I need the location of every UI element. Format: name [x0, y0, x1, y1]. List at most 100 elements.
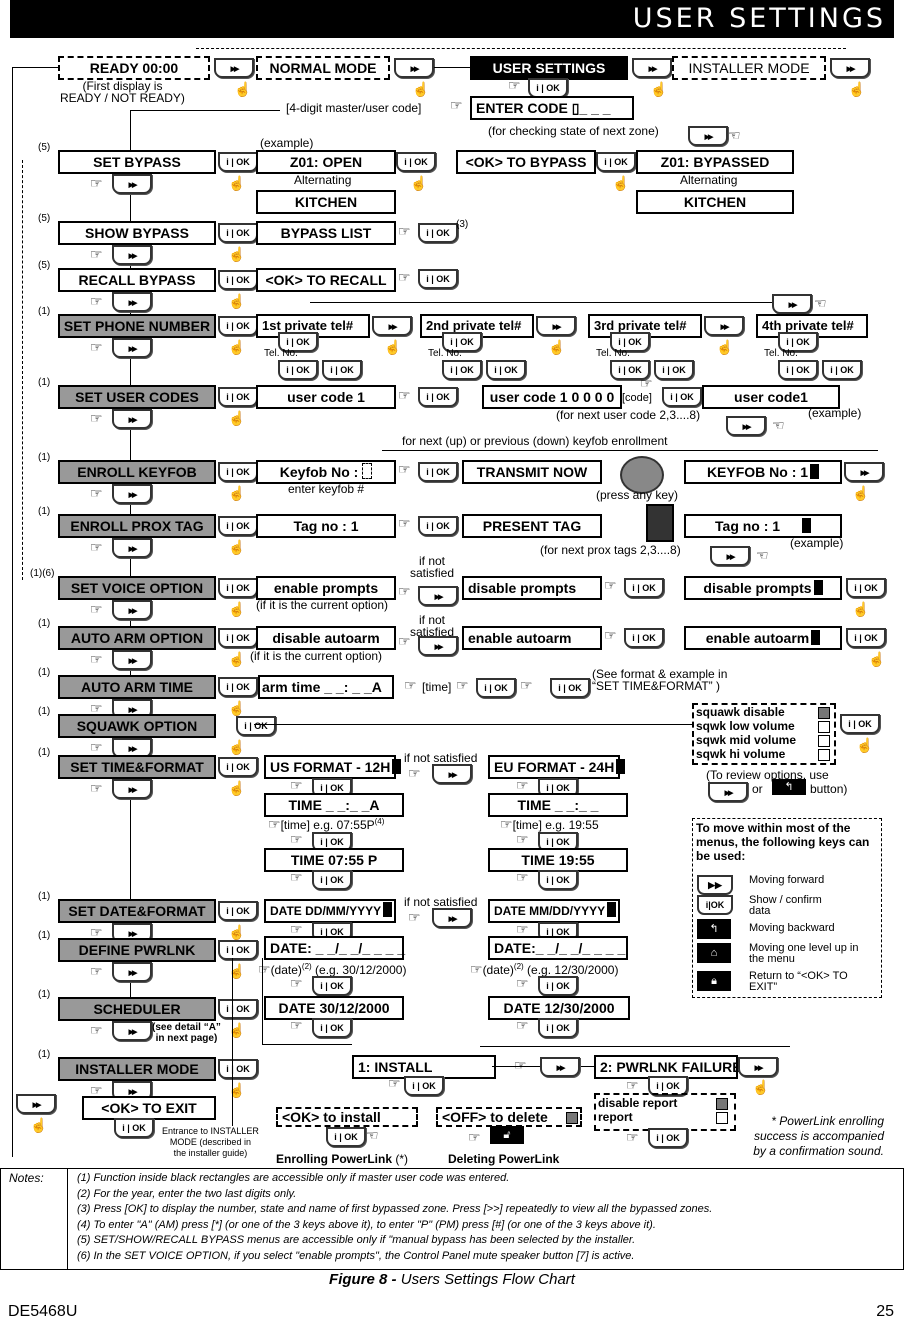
menu-item-enroll-prox-tag[interactable]: ENROLL PROX TAG	[58, 514, 216, 538]
menu-item-show-bypass[interactable]: SHOW BYPASS	[58, 221, 216, 245]
forward-button[interactable]	[418, 586, 458, 606]
ok-button[interactable]	[846, 628, 886, 648]
eu-time-field[interactable]: TIME _ _:_ _	[488, 793, 628, 817]
ok-button[interactable]	[654, 360, 694, 380]
ok-button[interactable]	[322, 360, 362, 380]
menu-item-auto-arm-option[interactable]: AUTO ARM OPTION	[58, 626, 216, 650]
forward-button[interactable]	[112, 484, 152, 504]
ok-button[interactable]	[418, 269, 458, 289]
forward-button[interactable]	[830, 58, 870, 78]
ok-button[interactable]	[822, 360, 862, 380]
ok-button[interactable]	[218, 901, 258, 921]
menu-item-installer-mode[interactable]: INSTALLER MODE	[58, 1057, 216, 1081]
forward-button[interactable]	[844, 462, 884, 482]
ok-button[interactable]	[278, 360, 318, 380]
checkbox-selected[interactable]	[716, 1098, 728, 1110]
forward-button[interactable]	[214, 58, 254, 78]
forward-button[interactable]	[726, 416, 766, 436]
ok-button[interactable]	[396, 152, 436, 172]
ok-button[interactable]	[418, 223, 458, 243]
menu-item-recall-bypass[interactable]: RECALL BYPASS	[58, 268, 216, 292]
ok-button[interactable]	[596, 152, 636, 172]
arm-time-field[interactable]: arm time _ _: _ _A	[258, 675, 394, 699]
keyfob-digit-input[interactable]	[362, 463, 373, 479]
us-time-field[interactable]: TIME _ _:_ _A	[264, 793, 404, 817]
forward-button[interactable]	[772, 294, 812, 314]
checkbox-unselected[interactable]	[716, 1112, 728, 1124]
ok-button[interactable]	[840, 714, 880, 734]
checkbox-unselected[interactable]	[818, 721, 830, 733]
menu-item-enroll-keyfob[interactable]: ENROLL KEYFOB	[58, 460, 216, 484]
ok-button[interactable]	[218, 316, 258, 336]
menu-item-set-date-format[interactable]: SET DATE&FORMAT	[58, 899, 216, 923]
ok-button[interactable]	[442, 360, 482, 380]
checkbox-selected[interactable]	[818, 707, 830, 719]
forward-button[interactable]	[112, 245, 152, 265]
forward-button[interactable]	[112, 779, 152, 799]
ok-button[interactable]	[218, 152, 258, 172]
forward-button[interactable]	[394, 58, 434, 78]
ok-button[interactable]	[648, 1128, 688, 1148]
ok-button[interactable]	[418, 516, 458, 536]
ok-button[interactable]	[218, 387, 258, 407]
squawk-option[interactable]: sqwk mid volume	[696, 733, 796, 747]
forward-button[interactable]	[710, 546, 750, 566]
forward-button[interactable]	[112, 409, 152, 429]
ok-button[interactable]	[418, 387, 458, 407]
forward-button[interactable]	[112, 600, 152, 620]
ok-button[interactable]	[218, 1059, 258, 1079]
squawk-option[interactable]: sqwk low volume	[696, 719, 795, 733]
menu-item-auto-arm-time[interactable]: AUTO ARM TIME	[58, 675, 216, 699]
ok-button[interactable]	[326, 1127, 366, 1147]
forward-button[interactable]	[16, 1094, 56, 1114]
ok-button[interactable]	[218, 462, 258, 482]
ok-button[interactable]	[236, 716, 276, 736]
forward-button[interactable]	[704, 316, 744, 336]
ok-button[interactable]	[404, 1076, 444, 1096]
ok-button[interactable]	[550, 678, 590, 698]
forward-button[interactable]	[432, 764, 472, 784]
ok-button[interactable]	[846, 578, 886, 598]
menu-item-set-user-codes[interactable]: SET USER CODES	[58, 385, 216, 409]
forward-button[interactable]	[632, 58, 672, 78]
ok-button[interactable]	[218, 223, 258, 243]
ok-button[interactable]	[312, 870, 352, 890]
menu-item-squawk-option[interactable]: SQUAWK OPTION	[58, 714, 216, 738]
ok-button[interactable]	[528, 78, 568, 98]
ok-button[interactable]	[624, 578, 664, 598]
ok-button[interactable]	[538, 1018, 578, 1038]
ok-button[interactable]	[218, 270, 258, 290]
checkbox-unselected[interactable]	[818, 749, 830, 761]
dmy-date-field[interactable]: DATE: _ _/_ _/_ _ _ _	[264, 936, 405, 960]
menu-item-set-time-format[interactable]: SET TIME&FORMAT	[58, 755, 216, 779]
ok-button[interactable]	[218, 578, 258, 598]
ok-button[interactable]	[486, 360, 526, 380]
ok-button[interactable]	[218, 757, 258, 777]
forward-button[interactable]	[112, 650, 152, 670]
ok-button[interactable]	[218, 940, 258, 960]
ok-button[interactable]	[624, 628, 664, 648]
ok-button[interactable]	[218, 516, 258, 536]
ok-button[interactable]	[312, 976, 352, 996]
ok-button[interactable]	[476, 678, 516, 698]
ok-button[interactable]	[114, 1118, 154, 1138]
menu-item-define-pwrlnk[interactable]: DEFINE PWRLNK	[58, 938, 216, 962]
forward-button[interactable]	[432, 908, 472, 928]
ok-button[interactable]	[312, 1018, 352, 1038]
menu-item-set-phone-number[interactable]: SET PHONE NUMBER	[58, 314, 216, 338]
menu-item-set-voice-option[interactable]: SET VOICE OPTION	[58, 576, 216, 600]
forward-button[interactable]	[418, 636, 458, 656]
ok-button[interactable]	[662, 387, 702, 407]
ok-button[interactable]	[218, 628, 258, 648]
squawk-option[interactable]: squawk disable	[696, 705, 785, 719]
ok-button[interactable]	[538, 976, 578, 996]
ok-button[interactable]	[538, 870, 578, 890]
ok-button[interactable]	[218, 677, 258, 697]
menu-item-ok-to-exit[interactable]: <OK> TO EXIT	[82, 1096, 216, 1120]
ok-button[interactable]	[778, 360, 818, 380]
forward-button[interactable]	[688, 126, 728, 146]
forward-button[interactable]	[112, 538, 152, 558]
forward-button[interactable]	[738, 1057, 778, 1077]
checkbox-unselected[interactable]	[818, 735, 830, 747]
forward-button[interactable]	[536, 316, 576, 336]
